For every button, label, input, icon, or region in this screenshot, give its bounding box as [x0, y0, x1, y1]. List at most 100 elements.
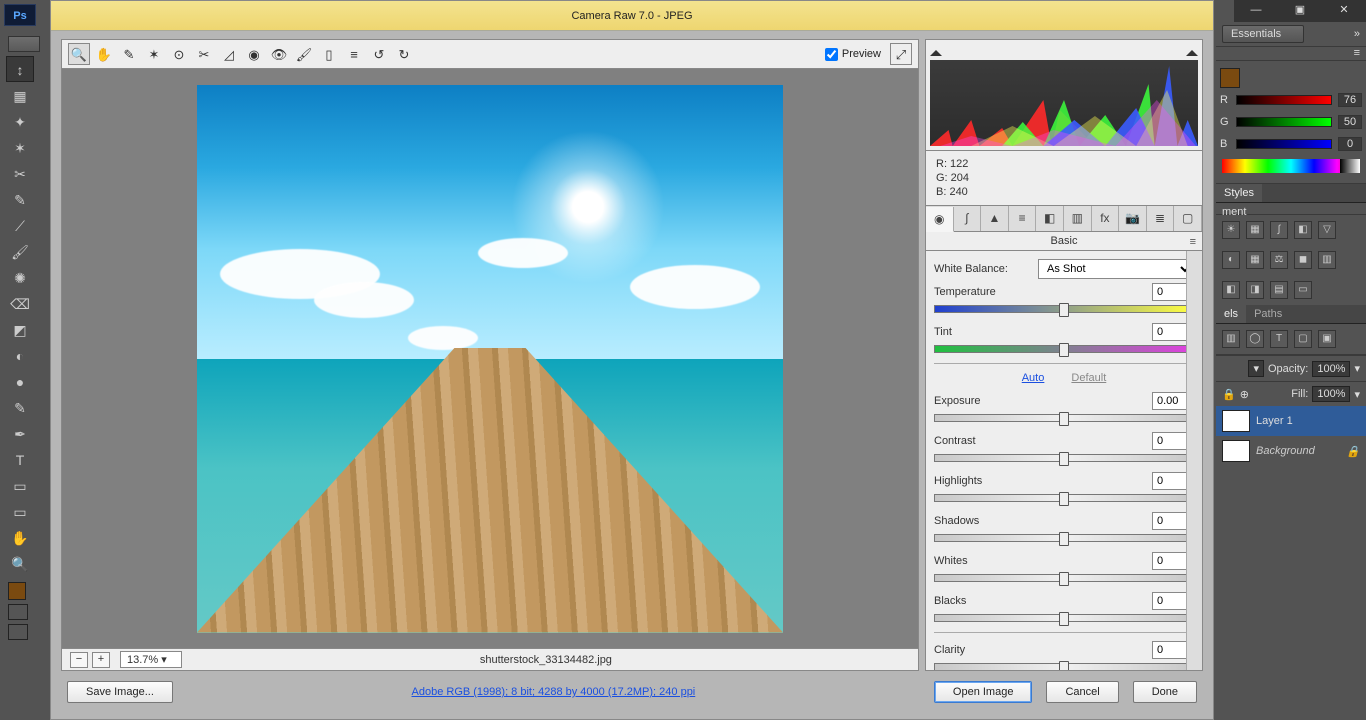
ps-tool-icon[interactable]: T: [6, 446, 34, 472]
filter-icon[interactable]: ▥: [1222, 330, 1240, 348]
tab-hsl-icon[interactable]: ≡: [1009, 206, 1037, 231]
done-button[interactable]: Done: [1133, 681, 1197, 703]
tab-curve-icon[interactable]: ∫: [954, 206, 982, 231]
ps-tool-icon[interactable]: ↕: [6, 56, 34, 82]
ps-tool-icon[interactable]: ▭: [6, 472, 34, 498]
open-image-button[interactable]: Open Image: [934, 681, 1033, 703]
tab-styles[interactable]: Styles: [1216, 184, 1262, 202]
slider-handle[interactable]: [1059, 412, 1069, 426]
wb-tool-icon[interactable]: ✎: [118, 43, 140, 65]
ps-tool-icon[interactable]: 🔍: [6, 550, 34, 576]
toolbar-menu-icon[interactable]: [8, 36, 40, 52]
mask-icon[interactable]: ◯: [1246, 330, 1264, 348]
spectrum-ramp[interactable]: [1222, 159, 1360, 173]
slider-handle[interactable]: [1059, 661, 1069, 671]
tab-snapshots-icon[interactable]: ▢: [1174, 206, 1202, 231]
ps-tool-icon[interactable]: ✎: [6, 186, 34, 212]
panel-menu-icon[interactable]: »: [1354, 28, 1360, 40]
poster-icon[interactable]: ▤: [1270, 281, 1288, 299]
ps-tool-icon[interactable]: ⌫: [6, 290, 34, 316]
slider-track[interactable]: [934, 494, 1194, 502]
ps-tool-icon[interactable]: ◩: [6, 316, 34, 342]
fill-dropdown-icon[interactable]: ▾: [1354, 388, 1360, 401]
text-icon[interactable]: T: [1270, 330, 1288, 348]
rotate-cw-icon[interactable]: ↻: [393, 43, 415, 65]
photo-filter-icon[interactable]: ▥: [1318, 251, 1336, 269]
rgb-value[interactable]: 0: [1338, 137, 1362, 151]
hue-icon[interactable]: ▦: [1246, 251, 1264, 269]
slider-handle[interactable]: [1059, 572, 1069, 586]
ps-tool-icon[interactable]: ▦: [6, 82, 34, 108]
white-balance-select[interactable]: As Shot: [1038, 259, 1194, 279]
colorbal-icon[interactable]: ⚖: [1270, 251, 1288, 269]
shadow-clip-icon[interactable]: [930, 44, 942, 56]
settings-scrollbar[interactable]: [1186, 251, 1202, 670]
shape-icon[interactable]: ▢: [1294, 330, 1312, 348]
crop-tool-icon[interactable]: ✂: [193, 43, 215, 65]
lock-pos-icon[interactable]: ⊕: [1240, 388, 1249, 401]
panel-flyout-icon[interactable]: ≡: [1216, 47, 1366, 61]
quickmask-icon[interactable]: [8, 604, 28, 620]
save-image-button[interactable]: Save Image...: [67, 681, 173, 703]
preview-checkbox[interactable]: Preview: [825, 48, 881, 61]
layer-item[interactable]: Background 🔒: [1216, 436, 1366, 466]
color-swatch-icon[interactable]: [1220, 68, 1240, 88]
rgb-slider[interactable]: [1236, 95, 1332, 105]
ps-tool-icon[interactable]: ✋: [6, 524, 34, 550]
ps-tool-icon[interactable]: ◐: [6, 342, 34, 368]
zoom-tool-icon[interactable]: 🔍: [68, 43, 90, 65]
tab-split-icon[interactable]: ◧: [1036, 206, 1064, 231]
adjustbrush-icon[interactable]: 🖌: [293, 43, 315, 65]
fill-value[interactable]: 100%: [1312, 386, 1350, 402]
rgb-slider[interactable]: [1236, 139, 1332, 149]
channel-icon[interactable]: ◧: [1222, 281, 1240, 299]
layer-item[interactable]: Layer 1: [1216, 406, 1366, 436]
tab-lens-icon[interactable]: ▥: [1064, 206, 1092, 231]
vibrance-icon[interactable]: ◐: [1222, 251, 1240, 269]
tab-presets-icon[interactable]: ≣: [1147, 206, 1175, 231]
rgb-slider[interactable]: [1236, 117, 1332, 127]
close-button[interactable]: ✕: [1322, 0, 1366, 22]
opacity-dropdown-icon[interactable]: ▾: [1354, 362, 1360, 375]
slider-track[interactable]: [934, 345, 1194, 353]
hand-tool-icon[interactable]: ✋: [93, 43, 115, 65]
brightness-icon[interactable]: ☀: [1222, 221, 1240, 239]
preview-canvas[interactable]: [61, 69, 919, 649]
ps-tool-icon[interactable]: ✺: [6, 264, 34, 290]
slider-track[interactable]: [934, 414, 1194, 422]
slider-track[interactable]: [934, 534, 1194, 542]
ps-tool-icon[interactable]: ✒: [6, 420, 34, 446]
levels-icon[interactable]: ▦: [1246, 221, 1264, 239]
slider-track[interactable]: [934, 454, 1194, 462]
tab-basic-icon[interactable]: ◉: [926, 207, 954, 232]
curves-icon[interactable]: ∫: [1270, 221, 1288, 239]
foreground-color-swatch[interactable]: [8, 582, 26, 600]
ps-tool-icon[interactable]: ✦: [6, 108, 34, 134]
smart-icon[interactable]: ▣: [1318, 330, 1336, 348]
slider-handle[interactable]: [1059, 303, 1069, 317]
straighten-icon[interactable]: ◿: [218, 43, 240, 65]
exposure-icon[interactable]: ◧: [1294, 221, 1312, 239]
ps-tool-icon[interactable]: ●: [6, 368, 34, 394]
lock-icon[interactable]: 🔒: [1222, 388, 1236, 401]
panel-menu-icon[interactable]: ≡: [1190, 236, 1196, 248]
tab-paths[interactable]: Paths: [1246, 305, 1290, 323]
highlight-clip-icon[interactable]: [1186, 44, 1198, 56]
auto-link[interactable]: Auto: [1022, 372, 1045, 384]
bw-icon[interactable]: ◼: [1294, 251, 1312, 269]
tab-camera-icon[interactable]: 📷: [1119, 206, 1147, 231]
tab-fx-icon[interactable]: fx: [1092, 206, 1120, 231]
rotate-ccw-icon[interactable]: ↺: [368, 43, 390, 65]
fullscreen-icon[interactable]: ⤢: [890, 43, 912, 65]
invert-icon[interactable]: ◨: [1246, 281, 1264, 299]
grad-icon[interactable]: ▭: [1294, 281, 1312, 299]
ps-tool-icon[interactable]: ✎: [6, 394, 34, 420]
slider-handle[interactable]: [1059, 532, 1069, 546]
colorsampler-icon[interactable]: ✶: [143, 43, 165, 65]
maximize-button[interactable]: ▣: [1278, 0, 1322, 22]
tab-detail-icon[interactable]: ▲: [981, 206, 1009, 231]
blend-mode-select[interactable]: ▾: [1248, 360, 1264, 377]
gradfilter-icon[interactable]: ▯: [318, 43, 340, 65]
rgb-value[interactable]: 50: [1338, 115, 1362, 129]
slider-track[interactable]: [934, 614, 1194, 622]
